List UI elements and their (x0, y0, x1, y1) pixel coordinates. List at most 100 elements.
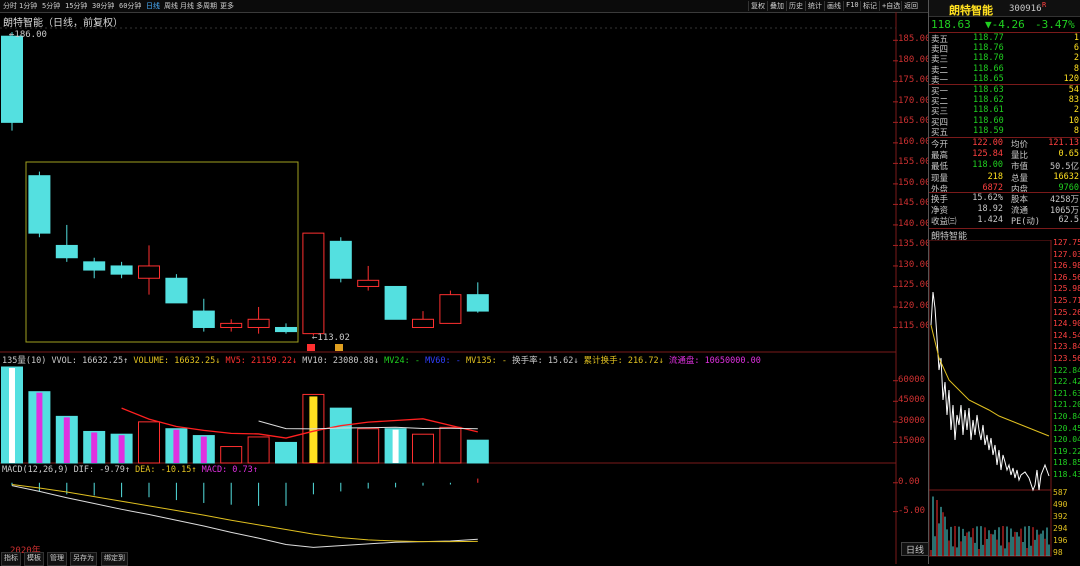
flag-r: R (1042, 1, 1047, 9)
mini-axis-label-6: 125.26 (1053, 307, 1080, 317)
stat-value: 18.92 (977, 204, 1003, 215)
ask-volume: 1 (1073, 33, 1079, 43)
stat-label: 收益㈢ (931, 217, 957, 228)
candle-body-17 (466, 294, 489, 312)
bid-price: 118.61 (973, 105, 1004, 116)
event-marker-1 (307, 344, 315, 351)
vol-header-item-3: MV10: 23080.88↓ (302, 356, 385, 366)
macd-axis-label-0: 0.00 (898, 476, 920, 487)
stat-label: 最低 (931, 162, 949, 173)
candle-body-15 (412, 318, 434, 328)
price-axis-label-13: 120.00 (898, 300, 931, 311)
vol-header-item-0: 135量(10) VVOL: 16632.25↑ (2, 356, 134, 366)
price-axis-label-12: 125.00 (898, 280, 931, 291)
price-row: 118.63 ▼-4.26 -3.47% (929, 17, 1080, 31)
vol-header-item-9: 流通盘: 10650000.00 (668, 356, 761, 366)
price-axis-label-1: 180.00 (898, 54, 931, 65)
mini-axis-label-17: 120.04 (1053, 435, 1080, 445)
panel-separator-1 (929, 84, 1080, 85)
mini-axis-label-14: 121.20 (1053, 400, 1080, 410)
stats-row-2: 最低 118.00 市值 50.5亿 (931, 160, 1079, 173)
stat-label: 最高 (931, 151, 949, 162)
stat-value: 122.00 (972, 138, 1003, 148)
bid-label: 买五 (931, 127, 949, 138)
mini-vol-label-4: 196 (1053, 536, 1068, 545)
vol-header-item-6: MV135: - (466, 356, 513, 366)
stock-terminal: 分时 1分钟 5分钟 15分钟 30分钟 60分钟 日线 周线 月线 多周期 更多 复权 叠加 历史 统计… (0, 0, 1080, 566)
bid-row-4[interactable]: 买五 118.59 8 (931, 126, 1079, 138)
macd-header-item-1: DEA: -10.15↑ (135, 465, 202, 475)
price-axis-label-4: 165.00 (898, 116, 931, 127)
stat-label: 今开 (931, 140, 949, 150)
last-price: 118.63 (931, 18, 971, 31)
ask-volume: 2 (1073, 53, 1079, 64)
vol-header-item-1: VOLUME: 16632.25↓ (133, 356, 226, 366)
stats-row-0: 今开 122.00 均价 121.13 (931, 138, 1079, 150)
price-axis-label-0: 185.00 (898, 34, 931, 45)
mini-axis-label-3: 126.56 (1053, 272, 1080, 282)
candle-body-7 (192, 310, 215, 328)
volume-inner-7 (200, 436, 207, 463)
ask-price: 118.70 (973, 53, 1004, 64)
vol-axis-label-0: 60000 (898, 374, 926, 385)
mini-axis-label-1: 127.03 (1053, 249, 1080, 259)
panel-separator-3 (929, 192, 1080, 193)
volume-indicator-header: 135量(10) VVOL: 16632.25↑ VOLUME: 16632.2… (2, 354, 761, 366)
mini-vol-label-3: 294 (1053, 524, 1068, 533)
main-chart-svg[interactable] (0, 0, 928, 564)
volume-bar-5 (138, 421, 160, 464)
price-axis-label-5: 160.00 (898, 136, 931, 147)
intraday-avg-line (930, 324, 1050, 437)
mini-axis-label-16: 120.45 (1053, 423, 1080, 433)
bid-volume: 83 (1068, 95, 1079, 106)
vol-header-item-2: MV5: 21159.22↓ (225, 356, 303, 366)
mini-axis-label-20: 118.43 (1053, 470, 1080, 479)
volume-bar-13 (357, 428, 380, 464)
candle-body-5 (138, 265, 160, 279)
mini-axis-label-5: 125.71 (1053, 296, 1080, 305)
candle-body-8 (220, 322, 243, 328)
ask-volume: 6 (1073, 43, 1079, 54)
macd-header-item-0: MACD(12,26,9) DIF: -9.79↑ (2, 465, 136, 475)
intraday-price-line (930, 291, 1050, 492)
price-change-pct: -3.47% (1035, 18, 1075, 31)
bid-price: 118.62 (973, 95, 1004, 106)
mini-vol-label-2: 392 (1053, 512, 1068, 521)
stat-value: 118.00 (972, 160, 1003, 171)
price-axis-label-9: 140.00 (898, 218, 931, 229)
mini-axis-label-9: 123.84 (1053, 342, 1080, 352)
volume-bar-12 (329, 407, 352, 464)
price-axis-label-8: 145.00 (898, 198, 931, 209)
stat-value: 1065万 (1050, 206, 1079, 217)
candle-body-0 (1, 35, 23, 123)
stat-label: 现量 (931, 173, 949, 184)
bid-volume: 10 (1068, 115, 1079, 126)
mini-axis-label-7: 124.90 (1053, 319, 1080, 329)
candle-body-1 (28, 175, 51, 234)
volume-inner-11 (309, 396, 318, 463)
macd-header-item-2: MACD: 0.73↑ (201, 465, 258, 475)
stat-value: 50.5亿 (1050, 162, 1079, 173)
mini-axis-label-10: 123.56 (1053, 354, 1080, 363)
stat-value: 15.62% (972, 193, 1003, 203)
price-axis-label-14: 115.00 (898, 321, 931, 332)
stock-name: 朗特智能 (949, 4, 993, 17)
candle-body-10 (275, 326, 297, 333)
volume-inner-0 (9, 368, 15, 463)
mini-axis-label-0: 127.75 (1053, 238, 1080, 247)
quote-panel: 朗特智能 300916 R 118.63 ▼-4.26 -3.47% 卖五 118… (901, 0, 1080, 564)
stats-row-1: 最高 125.84 量比 0.65 (931, 149, 1079, 162)
bid-volume: 54 (1068, 85, 1079, 95)
candle-body-9 (247, 318, 270, 328)
mini-axis-label-11: 122.84 (1053, 365, 1080, 375)
side-tab-daily[interactable]: 日线 (901, 542, 929, 556)
candle-body-6 (165, 277, 188, 304)
ask-price: 118.76 (973, 43, 1004, 54)
vol-axis-label-2: 30000 (898, 415, 926, 426)
vol-header-item-4: MV24: - (384, 356, 426, 366)
stat-value: 125.84 (972, 149, 1003, 160)
stat-value: 62.5 (1058, 215, 1079, 226)
macd-indicator-header: MACD(12,26,9) DIF: -9.79↑ DEA: -10.15↑ M… (2, 465, 258, 475)
stat-label: 净资 (931, 206, 949, 217)
candle-body-3 (83, 261, 106, 271)
